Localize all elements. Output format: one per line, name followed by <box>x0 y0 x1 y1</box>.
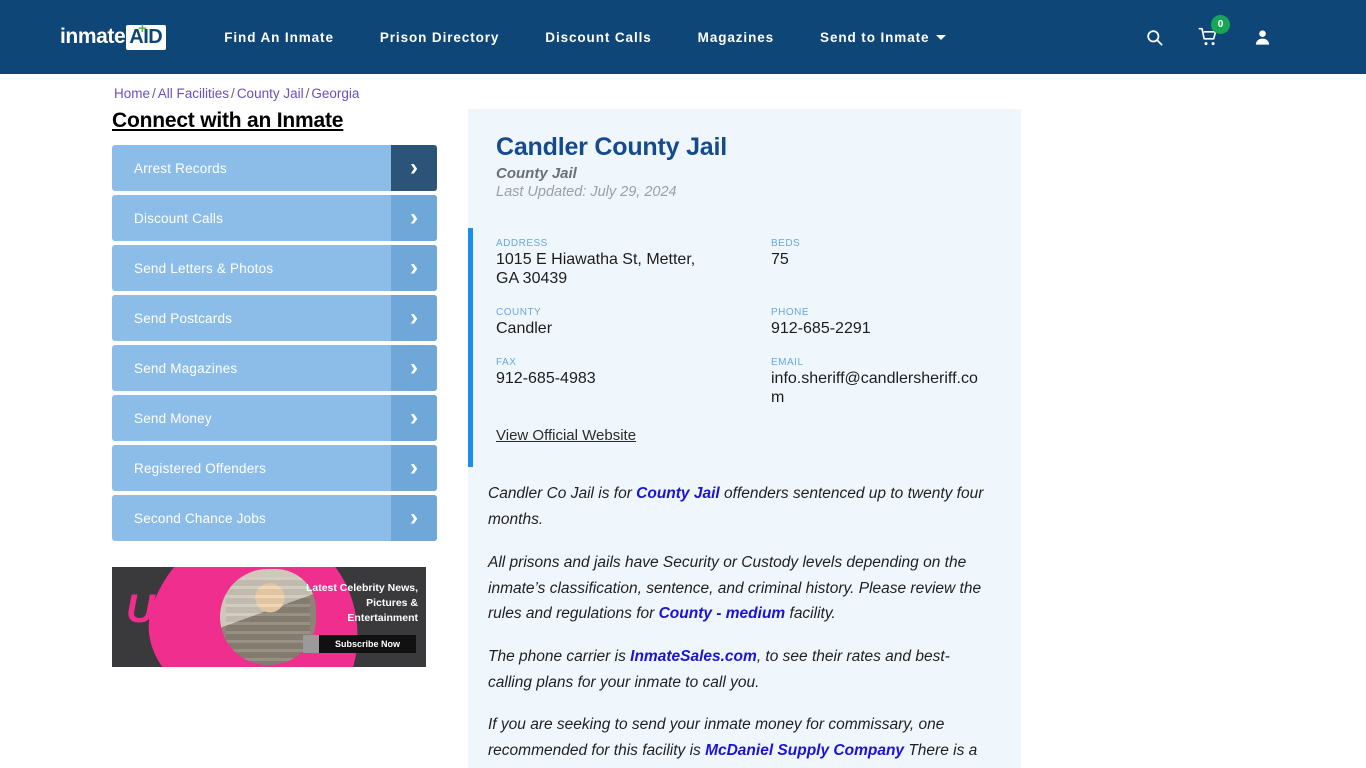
link-mcdaniel-supply[interactable]: McDaniel Supply Company <box>705 742 904 759</box>
logo-word: inmate <box>60 25 126 48</box>
breadcrumb-item-georgia[interactable]: Georgia <box>311 86 359 101</box>
detail-label: EMAIL <box>771 356 804 368</box>
facility-description: Candler Co Jail is for County Jail offen… <box>468 467 1021 768</box>
detail-address: ADDRESS 1015 E Hiawatha St, Metter, GA 3… <box>496 238 771 289</box>
ad-subscribe-button[interactable]: Subscribe Now <box>302 635 416 653</box>
search-icon[interactable] <box>1142 25 1166 49</box>
chevron-right-icon: › <box>391 245 437 291</box>
sidebar-item-label: Registered Offenders <box>134 460 267 476</box>
detail-phone: PHONE 912-685-2291 <box>771 307 993 339</box>
facility-details: ADDRESS 1015 E Hiawatha St, Metter, GA 3… <box>468 228 1021 468</box>
advertisement-banner[interactable]: Us WEEKLY Latest Celebrity News, Picture… <box>112 567 426 667</box>
detail-beds: BEDS 75 <box>771 238 993 289</box>
sidebar: Connect with an Inmate Arrest Records › … <box>112 109 442 768</box>
detail-label: ADDRESS <box>496 238 548 249</box>
breadcrumb-item-all-facilities[interactable]: All Facilities <box>158 86 229 101</box>
detail-email: EMAIL info.sheriff@candlersheriff.com <box>771 357 993 408</box>
page-title: Candler County Jail <box>496 133 727 161</box>
detail-label: PHONE <box>771 306 810 318</box>
last-updated-text: Last Updated: July 29, 2024 <box>496 184 677 200</box>
desc-text: The phone carrier is <box>488 647 631 665</box>
detail-value: Candler <box>496 319 553 337</box>
chevron-right-icon: › <box>391 445 437 491</box>
chevron-right-icon: › <box>391 495 437 541</box>
detail-value: 1015 E Hiawatha St, Metter, GA 30439 <box>496 251 696 287</box>
sidebar-item-label: Send Letters & Photos <box>134 260 274 276</box>
ad-tagline: Latest Celebrity News, Pictures & Entert… <box>305 582 418 624</box>
sidebar-item-send-magazines[interactable]: Send Magazines › <box>112 345 437 391</box>
nav-item-find-an-inmate[interactable]: Find An Inmate <box>224 30 334 45</box>
detail-value: info.sheriff@candlersheriff.com <box>771 369 978 406</box>
ad-brand-sublabel: WEEKLY <box>164 593 199 599</box>
content-layout: Connect with an Inmate Arrest Records › … <box>0 109 1366 768</box>
breadcrumb-item-home[interactable]: Home <box>114 86 150 101</box>
link-county-jail[interactable]: County Jail <box>636 485 720 502</box>
detail-label: COUNTY <box>496 306 542 318</box>
description-paragraph-1: Candler Co Jail is for County Jail offen… <box>488 481 993 532</box>
user-icon[interactable] <box>1250 25 1274 49</box>
sidebar-item-label: Send Postcards <box>134 310 233 326</box>
facility-details-grid: ADDRESS 1015 E Hiawatha St, Metter, GA 3… <box>496 238 993 407</box>
sidebar-item-send-postcards[interactable]: Send Postcards › <box>112 295 437 341</box>
sidebar-item-label: Second Chance Jobs <box>134 510 266 526</box>
sidebar-item-label: Send Money <box>134 410 212 426</box>
description-paragraph-2: All prisons and jails have Security or C… <box>488 550 993 627</box>
breadcrumb-item-county-jail[interactable]: County Jail <box>237 86 304 101</box>
description-paragraph-4: If you are seeking to send your inmate m… <box>488 712 993 768</box>
sidebar-item-discount-calls[interactable]: Discount Calls › <box>112 195 437 241</box>
chevron-right-icon: › <box>391 145 437 191</box>
nav-item-discount-calls[interactable]: Discount Calls <box>545 30 651 45</box>
desc-text: facility. <box>785 605 836 623</box>
facility-type: County Jail <box>496 165 577 182</box>
link-inmatesales[interactable]: InmateSales.com <box>630 648 757 665</box>
sidebar-item-label: Send Magazines <box>134 360 238 376</box>
nav-item-magazines[interactable]: Magazines <box>698 30 774 45</box>
sidebar-item-registered-offenders[interactable]: Registered Offenders › <box>112 445 437 491</box>
detail-fax: FAX 912-685-4983 <box>496 357 771 408</box>
sidebar-item-label: Discount Calls <box>134 210 224 226</box>
sidebar-item-second-chance-jobs[interactable]: Second Chance Jobs › <box>112 495 437 541</box>
chevron-right-icon: › <box>391 195 437 241</box>
primary-nav: Find An Inmate Prison Directory Discount… <box>224 30 1142 45</box>
detail-county: COUNTY Candler <box>496 307 771 339</box>
description-paragraph-3: The phone carrier is InmateSales.com, to… <box>488 644 993 695</box>
desc-text: Candler Co Jail is for <box>488 485 637 503</box>
link-county-medium[interactable]: County - medium <box>659 605 786 622</box>
site-header: inmate AID + Find An Inmate Prison Direc… <box>0 0 1366 74</box>
detail-value: 75 <box>771 251 789 268</box>
view-official-website-link[interactable]: View Official Website <box>496 427 636 444</box>
plus-icon: + <box>138 19 147 37</box>
sidebar-item-send-letters-photos[interactable]: Send Letters & Photos › <box>112 245 437 291</box>
detail-value: 912-685-4983 <box>496 369 596 387</box>
chevron-right-icon: › <box>391 345 437 391</box>
site-logo[interactable]: inmate AID + <box>60 21 167 50</box>
chevron-right-icon: › <box>391 395 437 441</box>
chevron-right-icon: › <box>391 295 437 341</box>
sidebar-title: Connect with an Inmate <box>112 109 344 132</box>
sidebar-item-send-money[interactable]: Send Money › <box>112 395 437 441</box>
cart-icon[interactable]: 0 <box>1196 15 1230 49</box>
cart-count-badge: 0 <box>1211 15 1230 34</box>
sidebar-item-arrest-records[interactable]: Arrest Records › <box>112 145 437 191</box>
nav-item-send-to-inmate[interactable]: Send to Inmate <box>820 30 946 45</box>
breadcrumb-separator: / <box>152 86 156 101</box>
facility-header: Candler County Jail County Jail Last Upd… <box>468 133 1021 200</box>
nav-item-prison-directory[interactable]: Prison Directory <box>380 30 499 45</box>
breadcrumb-separator: / <box>231 86 235 101</box>
facility-card: Candler County Jail County Jail Last Upd… <box>468 109 1021 768</box>
detail-value: 912-685-2291 <box>771 319 871 337</box>
detail-label: FAX <box>496 356 517 368</box>
page-body: Home / All Facilities / County Jail / Georgia … <box>0 74 1366 768</box>
detail-label: BEDS <box>771 238 801 249</box>
header-icon-group: 0 <box>1142 15 1344 49</box>
sidebar-item-label: Arrest Records <box>134 160 227 176</box>
breadcrumb: Home / All Facilities / County Jail / Georgia <box>0 74 1366 101</box>
